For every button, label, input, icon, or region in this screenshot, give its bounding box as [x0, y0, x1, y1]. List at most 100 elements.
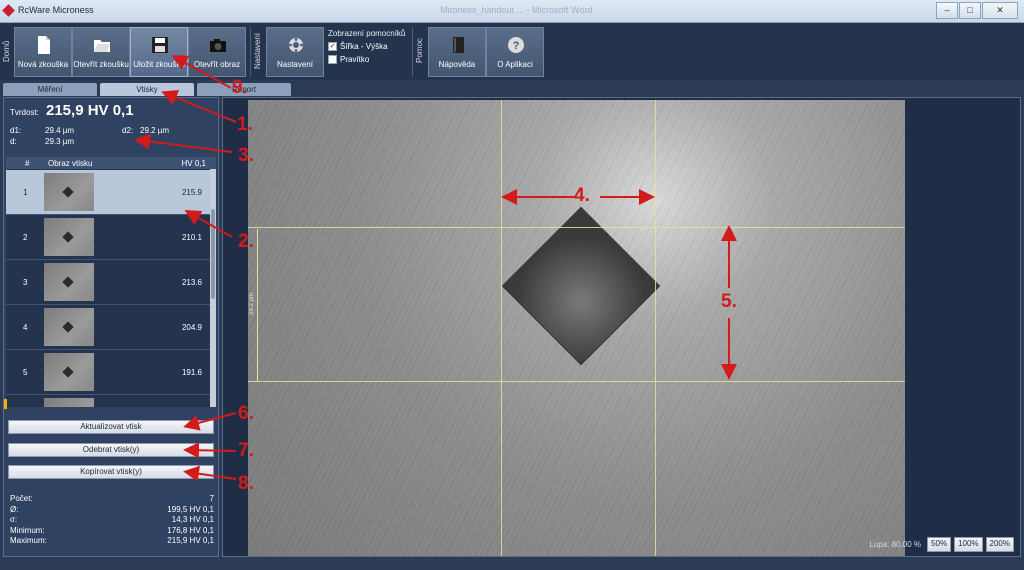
stat-value: 14,3 HV 0,1	[171, 515, 214, 524]
indent-thumbnail	[44, 398, 94, 407]
table-row[interactable]: 1 215.9	[6, 170, 210, 215]
copy-indent-button[interactable]: Kopírovat vtisk(y)	[8, 465, 214, 479]
table-row[interactable]: 3 213.6	[6, 260, 210, 305]
checkbox-empty-icon	[328, 55, 337, 64]
table-row[interactable]	[6, 395, 210, 407]
ruler-checkbox[interactable]: Pravítko	[328, 55, 408, 64]
row-hv: 210.1	[181, 233, 202, 242]
annotation-label: 9.	[232, 77, 248, 98]
row-marker	[4, 399, 7, 409]
indent-thumbnail	[44, 263, 94, 301]
row-number: 1	[23, 188, 28, 197]
table-scrollbar[interactable]	[210, 169, 216, 407]
about-label: O Aplikaci	[497, 60, 533, 69]
scrollbar-thumb[interactable]	[211, 209, 215, 299]
d2-label: d2:	[122, 126, 134, 135]
hardness-label: Tvrdost:	[10, 108, 39, 117]
stat-row: Minimum: 176,8 HV 0,1	[10, 526, 214, 537]
background-window-title: Mironess_handout ... - Microsoft Word	[440, 5, 593, 15]
row-number: 4	[23, 323, 28, 332]
close-button[interactable]: ✕	[982, 2, 1018, 19]
annotation-label: 6.	[238, 403, 254, 424]
window-title: RcWare Microness	[18, 5, 94, 15]
help-button[interactable]: Nápověda	[428, 27, 486, 77]
zoom-label: Lupa: 80.00 %	[869, 540, 922, 549]
d2-value: 29.2 µm	[140, 126, 170, 135]
gear-icon	[289, 38, 303, 52]
table-row[interactable]: 2 210.1	[6, 215, 210, 260]
statistics: Počet: 7 Ø: 199,5 HV 0,1 σ: 14,3 HV 0,1 Min…	[10, 494, 214, 547]
ribbon: Domů Nová zkouška Otevřít zkoušku Uložit…	[0, 23, 1024, 80]
width-height-label: Šířka - Výška	[340, 42, 388, 51]
stat-label: Maximum:	[10, 536, 47, 545]
stat-label: Ø:	[10, 504, 19, 514]
book-icon	[453, 37, 464, 53]
indent-panel: Tvrdost: 215,9 HV 0,1 d1: 29.4 µm d2: 29…	[3, 97, 219, 557]
save-test-button[interactable]: Uložit zkoušku	[130, 27, 188, 77]
tab-bar: Měření Vtisky Report	[0, 83, 300, 96]
column-header-number: #	[25, 159, 30, 168]
annotation-label: 8.	[238, 473, 254, 494]
open-folder-icon	[94, 40, 110, 52]
indent-thumbnail	[44, 218, 94, 256]
open-image-button[interactable]: Otevřít obraz	[188, 27, 246, 77]
table-row[interactable]: 4 204.9	[6, 305, 210, 350]
indent-thumbnail	[44, 308, 94, 346]
group-label-help: Pomoc	[415, 38, 424, 64]
group-label-home: Domů	[2, 40, 11, 62]
zoom-200-button[interactable]: 200%	[985, 537, 1014, 552]
open-test-button[interactable]: Otevřít zkoušku	[72, 27, 130, 77]
settings-button[interactable]: Nastavení	[266, 27, 324, 77]
guide-line-vertical[interactable]	[655, 100, 656, 556]
annotation-label: 3.	[238, 145, 254, 166]
zoom-100-button[interactable]: 100%	[954, 537, 983, 552]
new-document-icon	[38, 36, 50, 54]
tab-measurement[interactable]: Měření	[3, 83, 97, 96]
zoom-50-button[interactable]: 50%	[927, 537, 952, 552]
zoom-controls: Lupa: 80.00 % 50% 100% 200%	[869, 537, 1014, 552]
indent-table: # Obraz vtisku HV 0,1 1 215.9 2 210.1 3 …	[6, 157, 216, 407]
stat-row: σ: 14,3 HV 0,1	[10, 515, 214, 526]
minimize-button[interactable]: –	[936, 2, 958, 19]
tab-indents[interactable]: Vtisky	[100, 83, 194, 96]
group-label-settings: Nastavení	[253, 32, 262, 70]
stat-value: 215,9 HV 0,1	[167, 536, 214, 545]
d-value: 29.3 µm	[45, 137, 75, 146]
checkbox-checked-icon: ✓	[328, 42, 337, 51]
update-indent-button[interactable]: Aktualizovat vtisk	[8, 420, 214, 434]
title-bar: RcWare Microness Mironess_handout ... - …	[0, 0, 1024, 23]
maximize-button[interactable]: □	[959, 2, 981, 19]
stat-row: Ø: 199,5 HV 0,1	[10, 505, 214, 516]
d1-label: d1:	[10, 126, 22, 135]
micrograph-image[interactable]: 29.2 µm	[248, 100, 905, 556]
about-button[interactable]: ? O Aplikaci	[486, 27, 544, 77]
guide-line-vertical[interactable]	[501, 100, 502, 556]
ribbon-divider	[250, 27, 251, 77]
guide-line-horizontal[interactable]	[248, 227, 905, 228]
annotation-label: 2.	[238, 231, 254, 252]
row-hv: 215.9	[181, 188, 202, 197]
indent-diamond	[501, 206, 661, 366]
row-number: 3	[23, 278, 28, 287]
save-test-label: Uložit zkoušku	[133, 60, 185, 69]
stat-label: Počet:	[10, 494, 33, 503]
help-label: Nápověda	[438, 60, 476, 69]
helpers-title: Zobrazení pomocníků	[328, 29, 406, 38]
remove-indent-button[interactable]: Odebrat vtisk(y)	[8, 443, 214, 457]
table-row[interactable]: 5 191.6	[6, 350, 210, 395]
new-test-button[interactable]: Nová zkouška	[14, 27, 72, 77]
ribbon-divider	[412, 27, 413, 77]
column-header-image: Obraz vtisku	[48, 159, 93, 168]
annotation-label: 4.	[574, 185, 590, 206]
ruler-label: Pravítko	[340, 55, 370, 64]
d1-value: 29.4 µm	[45, 126, 75, 135]
annotation-label: 1.	[237, 114, 253, 135]
width-height-checkbox[interactable]: ✓ Šířka - Výška	[328, 42, 408, 51]
guide-line-horizontal[interactable]	[248, 381, 905, 382]
new-test-label: Nová zkouška	[17, 60, 69, 69]
annotation-label: 7.	[238, 440, 254, 461]
row-number: 2	[23, 233, 28, 242]
stat-label: Minimum:	[10, 525, 45, 535]
indent-thumbnail	[44, 353, 94, 391]
d-label: d:	[10, 137, 17, 146]
